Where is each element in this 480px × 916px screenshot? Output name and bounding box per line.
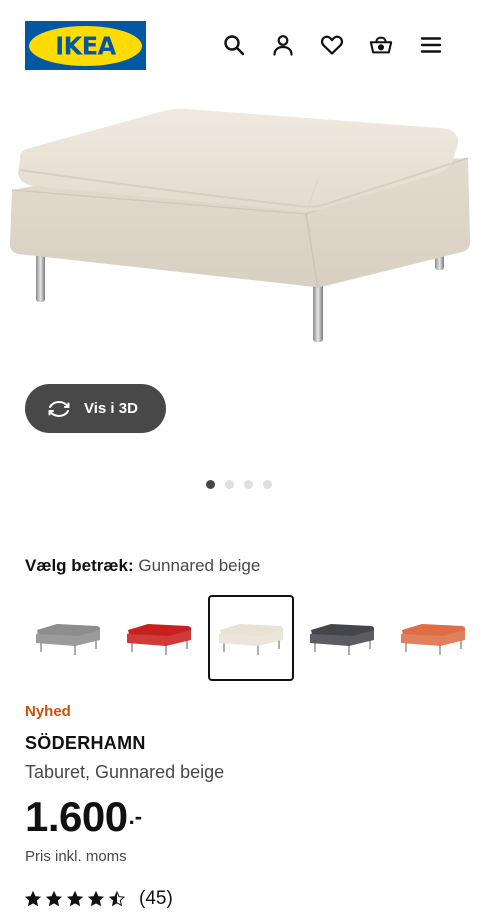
cover-swatch[interactable]	[116, 595, 202, 681]
cover-swatch[interactable]	[299, 595, 385, 681]
review-count: (45)	[139, 888, 173, 909]
carousel-dot-2[interactable]	[225, 480, 234, 489]
price-suffix: .-	[128, 804, 143, 829]
menu-icon[interactable]	[419, 33, 443, 57]
star-icon	[109, 891, 125, 907]
user-icon[interactable]	[271, 33, 295, 57]
carousel-indicator	[206, 480, 272, 489]
carousel-dot-4[interactable]	[263, 480, 272, 489]
view-3d-button[interactable]: Vis i 3D	[25, 384, 166, 433]
ottoman-thumbnail-icon	[36, 624, 101, 655]
cover-label-key: Vælg betræk:	[25, 556, 134, 575]
rating-stars	[25, 891, 125, 907]
heart-icon[interactable]	[320, 33, 344, 57]
star-icon	[67, 891, 83, 907]
star-icon	[46, 891, 62, 907]
logo-oval: IKEA	[29, 25, 142, 66]
carousel-dot-3[interactable]	[244, 480, 253, 489]
ikea-logo[interactable]: IKEA	[25, 21, 146, 70]
view-3d-label: Vis i 3D	[84, 400, 138, 417]
ottoman-thumbnail-icon	[219, 624, 284, 655]
rating[interactable]: (45)	[25, 888, 173, 910]
star-icon	[25, 891, 41, 907]
cover-swatch[interactable]	[208, 595, 294, 681]
product-image[interactable]	[0, 92, 480, 362]
rotate-3d-icon	[48, 400, 70, 417]
ottoman-thumbnail-icon	[310, 624, 375, 655]
cover-label-value: Gunnared beige	[138, 556, 261, 575]
price-value: 1.600	[25, 793, 128, 840]
cover-swatch[interactable]	[25, 595, 111, 681]
cover-selector-label: Vælg betræk: Gunnared beige	[25, 556, 260, 576]
header: IKEA	[0, 0, 480, 92]
new-badge: Nyhed	[25, 703, 71, 720]
ottoman-thumbnail-icon	[127, 624, 192, 655]
price: 1.600 .-	[25, 793, 142, 841]
basket-icon[interactable]	[369, 33, 393, 57]
cover-swatch[interactable]	[390, 595, 476, 681]
ottoman-thumbnail-icon	[401, 624, 466, 655]
carousel-dot-1[interactable]	[206, 480, 215, 489]
product-name: SÖDERHAMN	[25, 733, 146, 753]
search-icon[interactable]	[222, 33, 246, 57]
vat-note: Pris inkl. moms	[25, 848, 127, 865]
star-icon	[88, 891, 104, 907]
logo-text: IKEA	[55, 30, 116, 61]
product-description: Taburet, Gunnared beige	[25, 762, 225, 782]
